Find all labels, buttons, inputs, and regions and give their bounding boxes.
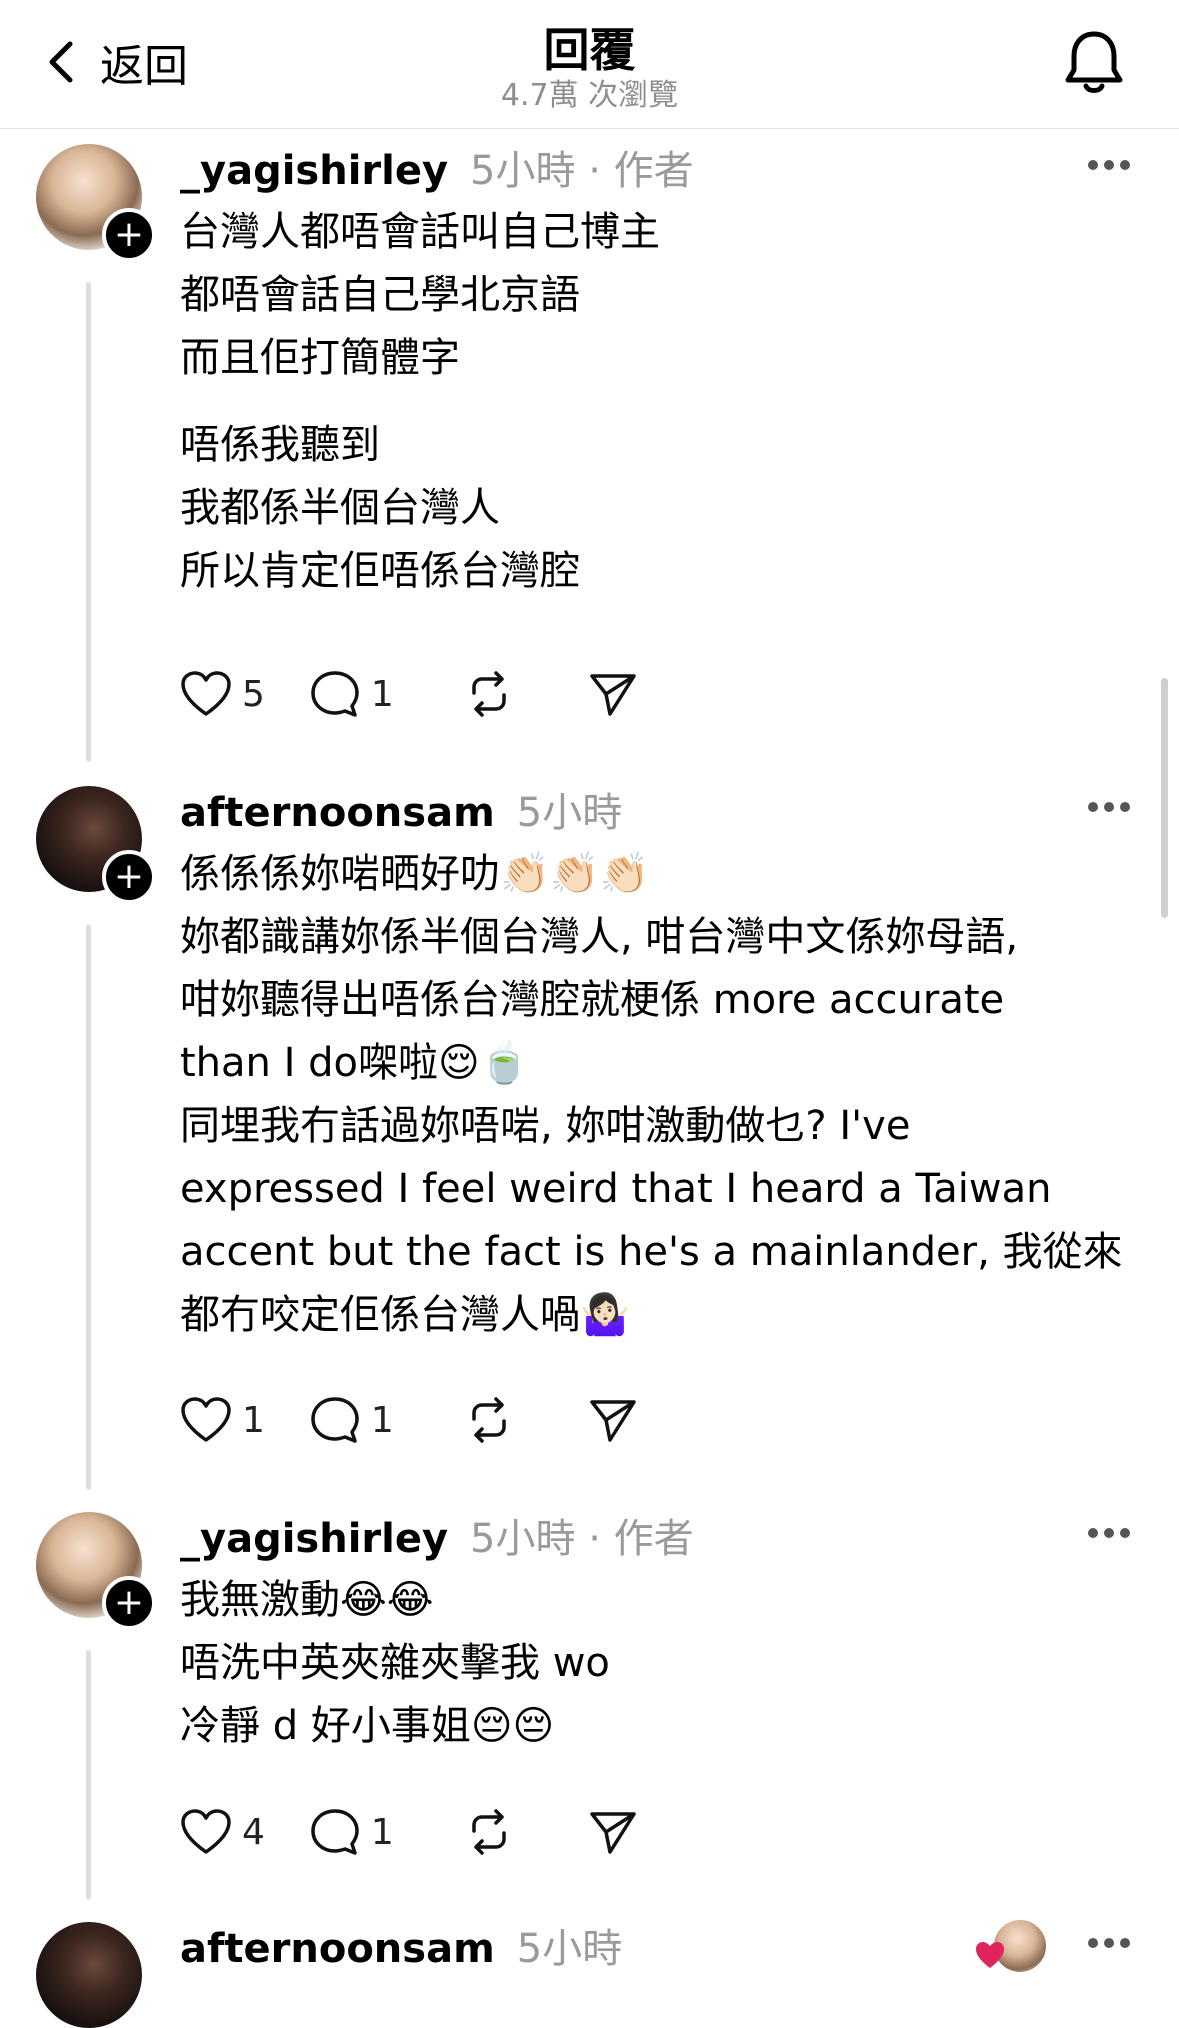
text-line: 咁妳聽得出唔係台灣腔就梗係 more accurate — [180, 977, 1005, 1023]
like-button[interactable]: 4 — [180, 1808, 265, 1856]
thread-line — [86, 924, 91, 1490]
share-button[interactable] — [588, 1808, 638, 1856]
text-line: 而且佢打簡體字 — [180, 335, 460, 381]
text-line: 台灣人都唔會話叫自己博主 — [180, 209, 660, 255]
timestamp: 5小時 · 作者 — [470, 1516, 694, 1562]
comment-icon — [311, 671, 359, 717]
more-icon — [1088, 1938, 1098, 1948]
repost-button[interactable] — [464, 1807, 514, 1857]
text-line: 都唔會話自己學北京語 — [180, 272, 580, 318]
heart-badge-icon — [976, 1942, 1004, 1968]
send-icon — [590, 674, 636, 716]
view-count: 4.7萬 次瀏覽 — [500, 78, 679, 113]
text-line: accent but the fact is he's a mainlander… — [180, 1229, 1123, 1275]
text-line: 我無激動😂😂 — [180, 1577, 434, 1623]
reply-count: 1 — [370, 673, 394, 715]
top-bar: 返回 回覆 4.7萬 次瀏覽 — [0, 0, 1179, 129]
follow-button[interactable]: + — [102, 850, 156, 904]
scrollbar[interactable] — [1161, 678, 1168, 918]
like-count: 5 — [242, 673, 265, 715]
username[interactable]: afternoonsam — [180, 790, 495, 836]
repost-icon — [472, 1809, 506, 1855]
text-line: 妳都識講妳係半個台灣人, 咁台灣中文係妳母語, — [180, 914, 1019, 960]
reply-count: 1 — [370, 1399, 394, 1441]
text-line: than I do㗎啦😌🍵 — [180, 1040, 530, 1086]
text-line: 唔係我聽到 — [180, 422, 380, 468]
reply-count: 1 — [370, 1811, 394, 1853]
more-icon — [1088, 1528, 1098, 1538]
post-text: 台灣人都唔會話叫自己博主 都唔會話自己學北京語 而且佢打簡體字 唔係我聽到 我都… — [180, 201, 1140, 603]
username[interactable]: afternoonsam — [180, 1926, 495, 1972]
text-line: 冷靜 d 好小事姐😔😔 — [180, 1703, 555, 1749]
repost-icon — [472, 1397, 506, 1443]
reply-button[interactable]: 1 — [309, 669, 394, 719]
more-options-button[interactable] — [1088, 1936, 1132, 1950]
post-text: 我無激動😂😂 唔洗中英夾雜夾擊我 wo 冷靜 d 好小事姐😔😔 — [180, 1569, 1140, 1758]
more-options-button[interactable] — [1088, 158, 1132, 172]
bell-icon — [1065, 31, 1123, 93]
reply-button[interactable]: 1 — [309, 1807, 394, 1857]
username[interactable]: _yagishirley — [180, 148, 448, 194]
text-line: 係係係妳啱晒好叻👏🏻👏🏻👏🏻 — [180, 851, 650, 897]
more-icon — [1088, 802, 1098, 812]
post-text: 係係係妳啱晒好叻👏🏻👏🏻👏🏻 妳都識講妳係半個台灣人, 咁台灣中文係妳母語, 咁… — [180, 843, 1140, 1347]
heart-icon — [181, 671, 231, 716]
more-options-button[interactable] — [1088, 800, 1132, 814]
text-line: 所以肯定佢唔係台灣腔 — [180, 548, 580, 594]
notifications-button[interactable] — [1062, 28, 1126, 102]
more-options-button[interactable] — [1088, 1526, 1132, 1540]
repost-button[interactable] — [464, 669, 514, 719]
thread-line — [86, 1650, 91, 1900]
like-button[interactable]: 5 — [180, 670, 265, 718]
heart-icon — [181, 1809, 231, 1854]
thread-line — [86, 282, 91, 762]
avatar[interactable] — [36, 1922, 142, 2028]
heart-icon — [181, 1397, 231, 1442]
like-count: 1 — [242, 1399, 265, 1441]
comment-icon — [311, 1809, 359, 1855]
like-button[interactable]: 1 — [180, 1396, 265, 1444]
repost-button[interactable] — [464, 1395, 514, 1445]
timestamp: 5小時 — [516, 1926, 623, 1972]
repost-icon — [472, 671, 506, 717]
follow-button[interactable]: + — [102, 208, 156, 262]
text-line: 同埋我冇話過妳唔啱, 妳咁激動做乜? I've — [180, 1103, 911, 1149]
text-line: expressed I feel weird that I heard a Ta… — [180, 1166, 1052, 1212]
text-line: 唔洗中英夾雜夾擊我 wo — [180, 1640, 610, 1686]
like-count: 4 — [242, 1811, 265, 1853]
text-line: 都冇咬定佢係台灣人喎🤷🏻‍♀️ — [180, 1292, 630, 1338]
text-line: 我都係半個台灣人 — [180, 485, 500, 531]
comment-icon — [311, 1397, 359, 1443]
send-icon — [590, 1812, 636, 1854]
timestamp: 5小時 · 作者 — [470, 148, 694, 194]
share-button[interactable] — [588, 1396, 638, 1444]
share-button[interactable] — [588, 670, 638, 718]
send-icon — [590, 1400, 636, 1442]
reply-button[interactable]: 1 — [309, 1395, 394, 1445]
follow-button[interactable]: + — [102, 1576, 156, 1630]
username[interactable]: _yagishirley — [180, 1516, 448, 1562]
more-icon — [1088, 160, 1098, 170]
timestamp: 5小時 — [516, 790, 623, 836]
